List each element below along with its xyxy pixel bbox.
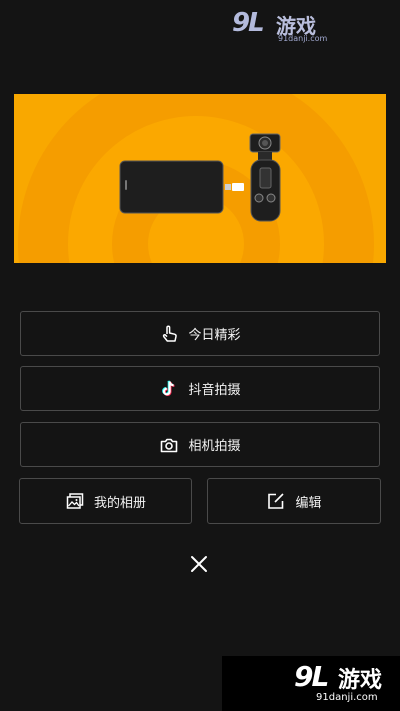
edit-button[interactable]: 编辑	[207, 478, 381, 524]
today-highlights-button[interactable]: 今日精彩	[20, 311, 380, 356]
watermark-bottom-logo: 9L	[294, 660, 329, 693]
watermark-logo: 9L	[232, 8, 265, 38]
camera-shoot-label: 相机拍摄	[188, 439, 241, 454]
tiktok-icon	[159, 379, 179, 399]
connection-banner	[14, 94, 386, 263]
close-icon	[191, 556, 207, 572]
today-highlights-label: 今日精彩	[188, 328, 241, 343]
phone-to-gimbal-camera-illustration	[14, 94, 386, 263]
watermark-url: 91danji.com	[278, 34, 328, 43]
watermark-bottom: 9L 游戏 91danji.com	[222, 656, 400, 711]
edit-icon	[266, 491, 286, 511]
gallery-icon	[65, 491, 85, 511]
douyin-shoot-label: 抖音拍摄	[188, 383, 241, 398]
my-album-label: 我的相册	[93, 495, 146, 511]
watermark-bottom-url: 91danji.com	[316, 692, 378, 703]
watermark-top: 9L 游戏 91danji.com	[232, 8, 328, 44]
my-album-button[interactable]: 我的相册	[19, 478, 192, 524]
tap-hand-icon	[159, 324, 179, 344]
edit-label: 编辑	[295, 495, 322, 511]
camera-shoot-button[interactable]: 相机拍摄	[20, 422, 380, 467]
douyin-shoot-button[interactable]: 抖音拍摄	[20, 366, 380, 411]
camera-icon	[159, 435, 179, 455]
watermark-bottom-name: 游戏	[338, 668, 383, 693]
close-button[interactable]	[187, 552, 211, 576]
